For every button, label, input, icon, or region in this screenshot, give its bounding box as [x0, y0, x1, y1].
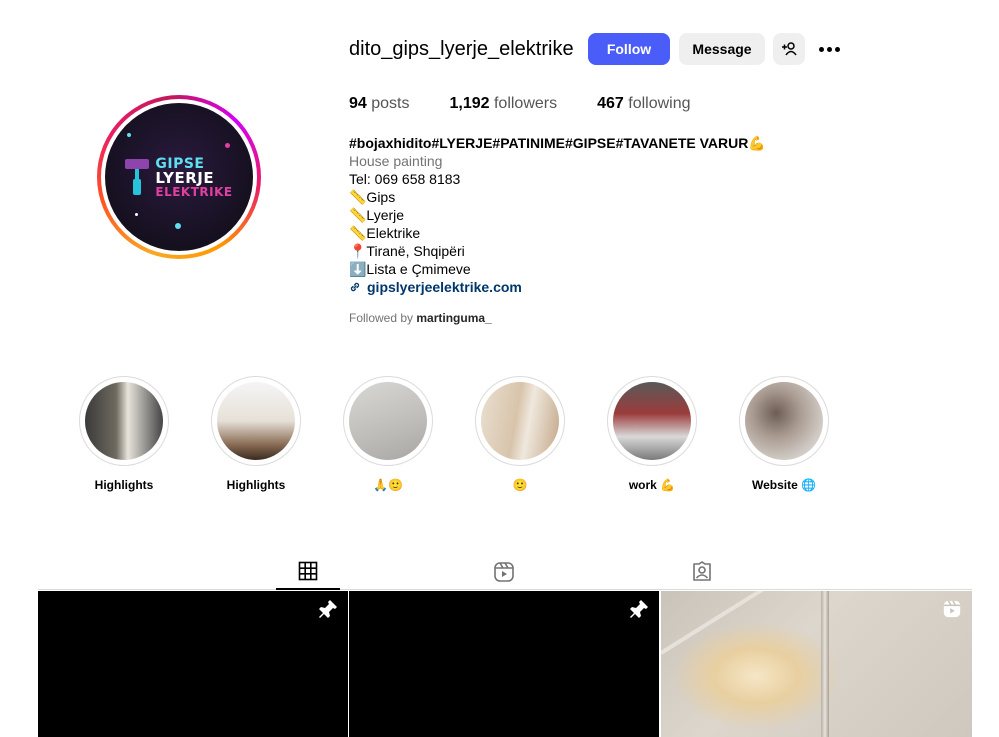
follow-button[interactable]: Follow: [588, 33, 670, 65]
highlight-label: work 💪: [628, 478, 676, 492]
highlight-item[interactable]: Highlights: [79, 376, 169, 492]
bio-line: 📍Tiranë, Shqipëri: [349, 243, 465, 259]
profile-stats: 94 posts 1,192 followers 467 following: [349, 95, 731, 113]
grid-icon: [298, 561, 318, 581]
bio-line: 📏Lyerje: [349, 207, 405, 223]
avatar-logo-line-3: ELEKTRIKE: [155, 184, 233, 199]
suggest-user-button[interactable]: [773, 33, 805, 65]
bio-line: Tel: 069 658 8183: [349, 171, 461, 187]
pin-icon: [630, 600, 648, 618]
highlight-item[interactable]: Website 🌐: [739, 376, 829, 492]
message-button[interactable]: Message: [679, 33, 765, 65]
bio-line: 📏Gips: [349, 189, 396, 205]
paint-roller-icon: [125, 157, 151, 197]
highlight-label: Website 🌐: [751, 478, 817, 492]
bio-line: 📏Elektrike: [349, 225, 421, 241]
highlight-label: 🙏🙂: [373, 478, 403, 492]
link-icon: [350, 282, 360, 292]
bio-title: #bojaxhidito#LYERJE#PATINIME#GIPSE#TAVAN…: [349, 135, 766, 151]
add-user-icon: [782, 42, 797, 56]
post-tile[interactable]: [349, 591, 659, 737]
highlight-label: Highlights: [226, 478, 286, 492]
pin-icon: [319, 600, 337, 618]
highlight-item[interactable]: 🙂: [475, 376, 565, 492]
reels-icon: [494, 562, 514, 582]
avatar: GIPSE LYERJE ELEKTRIKE: [105, 103, 253, 251]
story-highlights: Highlights Highlights 🙏🙂 🙂 work 💪 Websit…: [79, 376, 829, 492]
more-dot-icon: [818, 46, 824, 52]
highlight-item[interactable]: 🙏🙂: [343, 376, 433, 492]
followers-stat[interactable]: 1,192 followers: [449, 95, 557, 113]
avatar-logo-line-2: LYERJE: [155, 168, 215, 187]
bio-website-link[interactable]: gipslyerjeelektrike.com: [349, 278, 766, 296]
more-options-button[interactable]: [816, 38, 842, 60]
highlight-item[interactable]: Highlights: [211, 376, 301, 492]
avatar-border: GIPSE LYERJE ELEKTRIKE: [101, 99, 257, 255]
highlight-label: Highlights: [94, 478, 154, 492]
following-stat[interactable]: 467 following: [597, 95, 690, 113]
avatar-logo: GIPSE LYERJE ELEKTRIKE: [125, 157, 232, 198]
tab-reels[interactable]: [472, 554, 536, 590]
post-tile[interactable]: [661, 591, 972, 737]
bio-line: ⬇️Lista e Çmimeve: [349, 261, 471, 277]
tagged-icon: [693, 561, 711, 581]
profile-username: dito_gips_lyerje_elektrike: [349, 38, 574, 60]
post-tile[interactable]: [38, 591, 348, 737]
tab-posts[interactable]: [276, 554, 340, 590]
tab-tagged[interactable]: [670, 554, 734, 590]
followed-by[interactable]: Followed by martinguma_: [349, 311, 492, 325]
posts-stat: 94 posts: [349, 95, 410, 112]
highlight-label: 🙂: [512, 478, 528, 492]
reel-icon: [943, 600, 961, 618]
profile-avatar-ring[interactable]: GIPSE LYERJE ELEKTRIKE: [97, 95, 261, 259]
bio-category: House painting: [349, 153, 443, 169]
profile-bio: #bojaxhidito#LYERJE#PATINIME#GIPSE#TAVAN…: [349, 134, 766, 296]
highlight-item[interactable]: work 💪: [607, 376, 697, 492]
